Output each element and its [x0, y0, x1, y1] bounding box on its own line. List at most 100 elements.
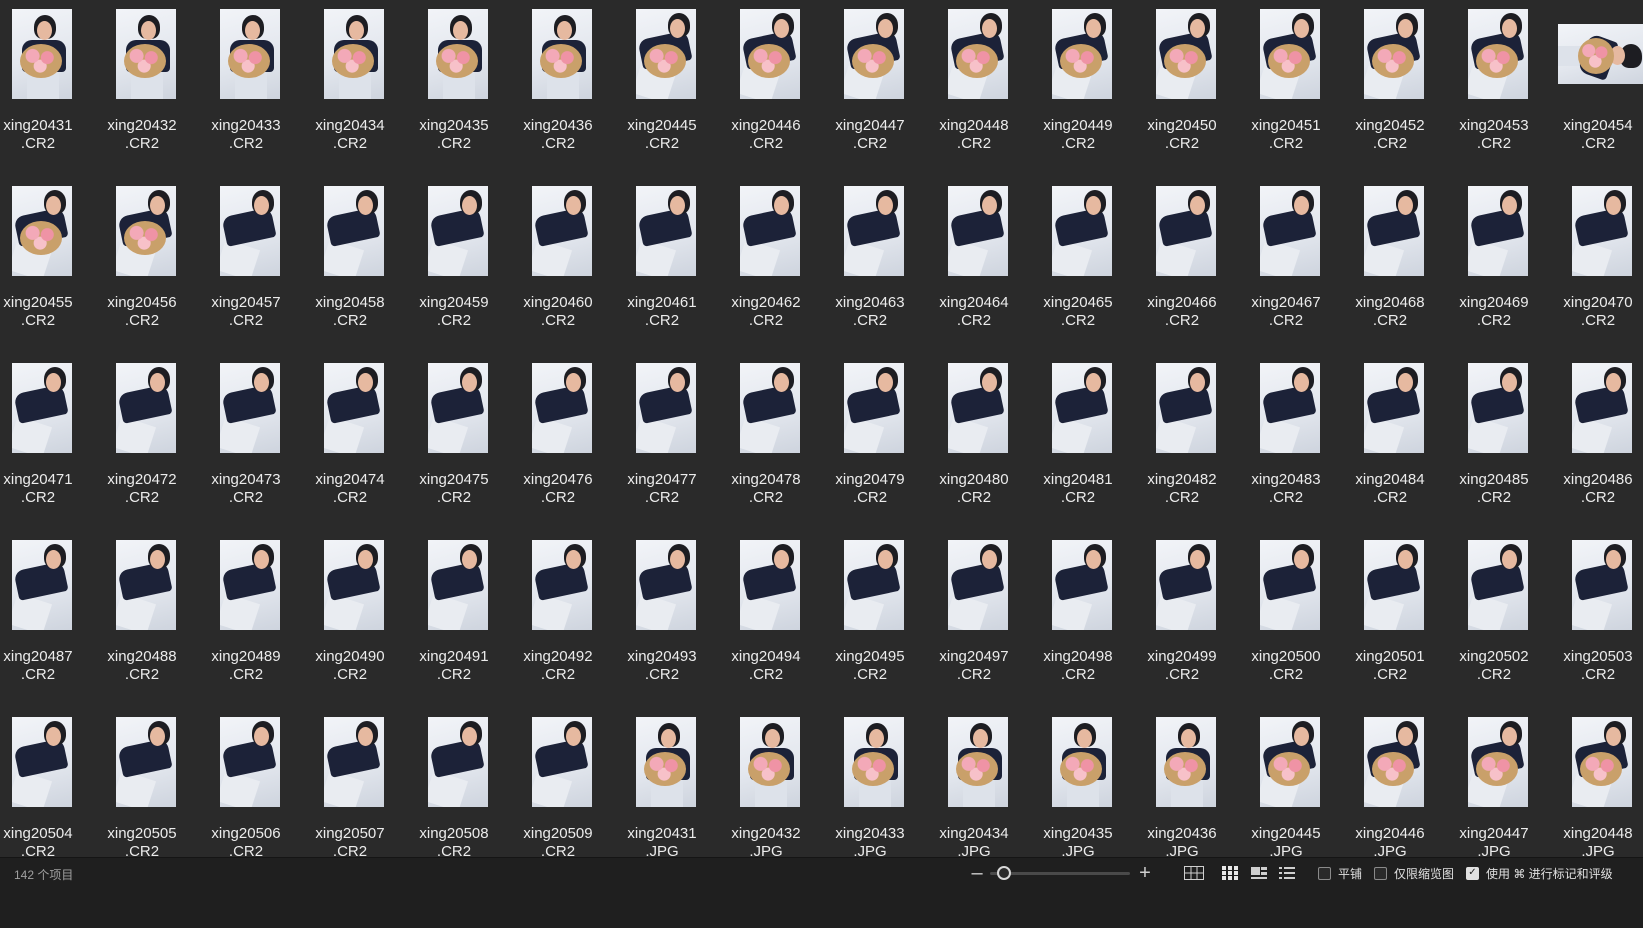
file-item[interactable]: xing20435 .CR2 [402, 0, 506, 177]
file-thumbnail[interactable] [12, 9, 72, 99]
file-item[interactable]: xing20490 .CR2 [298, 531, 402, 708]
file-item[interactable]: xing20482 .CR2 [1130, 354, 1234, 531]
grid-view-icon[interactable] [1183, 863, 1205, 883]
file-thumbnail[interactable] [636, 9, 696, 99]
file-item[interactable]: xing20449 .CR2 [1026, 0, 1130, 177]
file-thumbnail[interactable] [1572, 540, 1632, 630]
file-thumbnail[interactable] [844, 363, 904, 453]
file-item[interactable]: xing20455 .CR2 [0, 177, 90, 354]
file-thumbnail[interactable] [1364, 186, 1424, 276]
file-thumbnail[interactable] [948, 186, 1008, 276]
file-thumbnail[interactable] [428, 363, 488, 453]
slider-track[interactable] [990, 872, 1130, 875]
file-thumbnail[interactable] [324, 717, 384, 807]
file-thumbnail[interactable] [428, 186, 488, 276]
file-thumbnail[interactable] [116, 9, 176, 99]
file-item[interactable]: xing20489 .CR2 [194, 531, 298, 708]
file-item[interactable]: xing20477 .CR2 [610, 354, 714, 531]
file-item[interactable]: xing20460 .CR2 [506, 177, 610, 354]
file-item[interactable]: xing20454 .CR2 [1546, 0, 1643, 177]
file-thumbnail[interactable] [324, 363, 384, 453]
rating-checkbox[interactable]: ✓ 使用 ⌘ 进行标记和评级 [1466, 864, 1613, 882]
file-thumbnail[interactable] [12, 363, 72, 453]
file-thumbnail[interactable] [740, 717, 800, 807]
file-thumbnail[interactable] [740, 186, 800, 276]
file-item[interactable]: xing20486 .CR2 [1546, 354, 1643, 531]
file-thumbnail[interactable] [1260, 186, 1320, 276]
file-thumbnail[interactable] [220, 363, 280, 453]
file-item[interactable]: xing20474 .CR2 [298, 354, 402, 531]
file-item[interactable]: xing20493 .CR2 [610, 531, 714, 708]
file-thumbnail[interactable] [948, 540, 1008, 630]
file-thumbnail[interactable] [948, 717, 1008, 807]
file-item[interactable]: xing20468 .CR2 [1338, 177, 1442, 354]
file-thumbnail[interactable] [1156, 186, 1216, 276]
file-thumbnail[interactable] [1572, 363, 1632, 453]
file-thumbnail[interactable] [428, 717, 488, 807]
file-item[interactable]: xing20472 .CR2 [90, 354, 194, 531]
file-item[interactable]: xing20501 .CR2 [1338, 531, 1442, 708]
file-thumbnail[interactable] [1572, 186, 1632, 276]
file-item[interactable]: xing20459 .CR2 [402, 177, 506, 354]
file-item[interactable]: xing20478 .CR2 [714, 354, 818, 531]
file-item[interactable]: xing20494 .CR2 [714, 531, 818, 708]
file-thumbnail[interactable] [1052, 717, 1112, 807]
file-thumbnail[interactable] [116, 717, 176, 807]
file-thumbnail[interactable] [220, 540, 280, 630]
file-thumbnail[interactable] [1052, 186, 1112, 276]
file-item[interactable]: xing20467 .CR2 [1234, 177, 1338, 354]
file-item[interactable]: xing20445 .CR2 [610, 0, 714, 177]
file-item[interactable]: xing20466 .CR2 [1130, 177, 1234, 354]
file-item[interactable]: xing20479 .CR2 [818, 354, 922, 531]
minus-icon[interactable]: – [968, 860, 986, 886]
file-item[interactable]: xing20464 .CR2 [922, 177, 1026, 354]
file-item[interactable]: xing20484 .CR2 [1338, 354, 1442, 531]
file-item[interactable]: xing20458 .CR2 [298, 177, 402, 354]
file-thumbnail[interactable] [220, 9, 280, 99]
file-thumbnail[interactable] [532, 186, 592, 276]
file-item[interactable]: xing20461 .CR2 [610, 177, 714, 354]
file-thumbnail[interactable] [116, 186, 176, 276]
file-thumbnail[interactable] [844, 9, 904, 99]
file-item[interactable]: xing20463 .CR2 [818, 177, 922, 354]
slider-knob[interactable] [997, 866, 1011, 880]
file-item[interactable]: xing20481 .CR2 [1026, 354, 1130, 531]
file-thumbnail[interactable] [948, 9, 1008, 99]
file-thumbnail[interactable] [636, 363, 696, 453]
file-item[interactable]: xing20448 .CR2 [922, 0, 1026, 177]
file-thumbnail[interactable] [1052, 9, 1112, 99]
rating-checkbox-box[interactable]: ✓ [1466, 866, 1479, 880]
file-thumbnail[interactable] [1156, 9, 1216, 99]
file-item[interactable]: xing20487 .CR2 [0, 531, 90, 708]
file-thumbnail[interactable] [844, 540, 904, 630]
file-item[interactable]: xing20480 .CR2 [922, 354, 1026, 531]
file-thumbnail[interactable] [116, 540, 176, 630]
thumbnail-size-slider[interactable]: – + [968, 860, 1154, 886]
file-item[interactable]: xing20462 .CR2 [714, 177, 818, 354]
file-item[interactable]: xing20483 .CR2 [1234, 354, 1338, 531]
file-item[interactable]: xing20491 .CR2 [402, 531, 506, 708]
file-thumbnail[interactable] [220, 186, 280, 276]
file-item[interactable]: xing20434 .CR2 [298, 0, 402, 177]
file-item[interactable]: xing20457 .CR2 [194, 177, 298, 354]
file-item[interactable]: xing20446 .CR2 [714, 0, 818, 177]
file-item[interactable]: xing20488 .CR2 [90, 531, 194, 708]
file-item[interactable]: xing20450 .CR2 [1130, 0, 1234, 177]
file-item[interactable]: xing20497 .CR2 [922, 531, 1026, 708]
file-item[interactable]: xing20495 .CR2 [818, 531, 922, 708]
file-thumbnail[interactable] [1558, 24, 1643, 84]
file-thumbnail[interactable] [1260, 717, 1320, 807]
file-thumbnail[interactable] [740, 540, 800, 630]
file-thumbnail[interactable] [1156, 540, 1216, 630]
file-thumbnail[interactable] [948, 363, 1008, 453]
file-thumbnail[interactable] [1364, 9, 1424, 99]
file-thumbnail[interactable] [220, 717, 280, 807]
thumbnail-view-icon[interactable] [1219, 863, 1241, 883]
file-thumbnail[interactable] [428, 9, 488, 99]
file-thumbnail[interactable] [12, 186, 72, 276]
file-thumbnail[interactable] [1364, 363, 1424, 453]
file-thumbnail[interactable] [1364, 540, 1424, 630]
file-item[interactable]: xing20492 .CR2 [506, 531, 610, 708]
file-item[interactable]: xing20498 .CR2 [1026, 531, 1130, 708]
file-thumbnail[interactable] [636, 717, 696, 807]
